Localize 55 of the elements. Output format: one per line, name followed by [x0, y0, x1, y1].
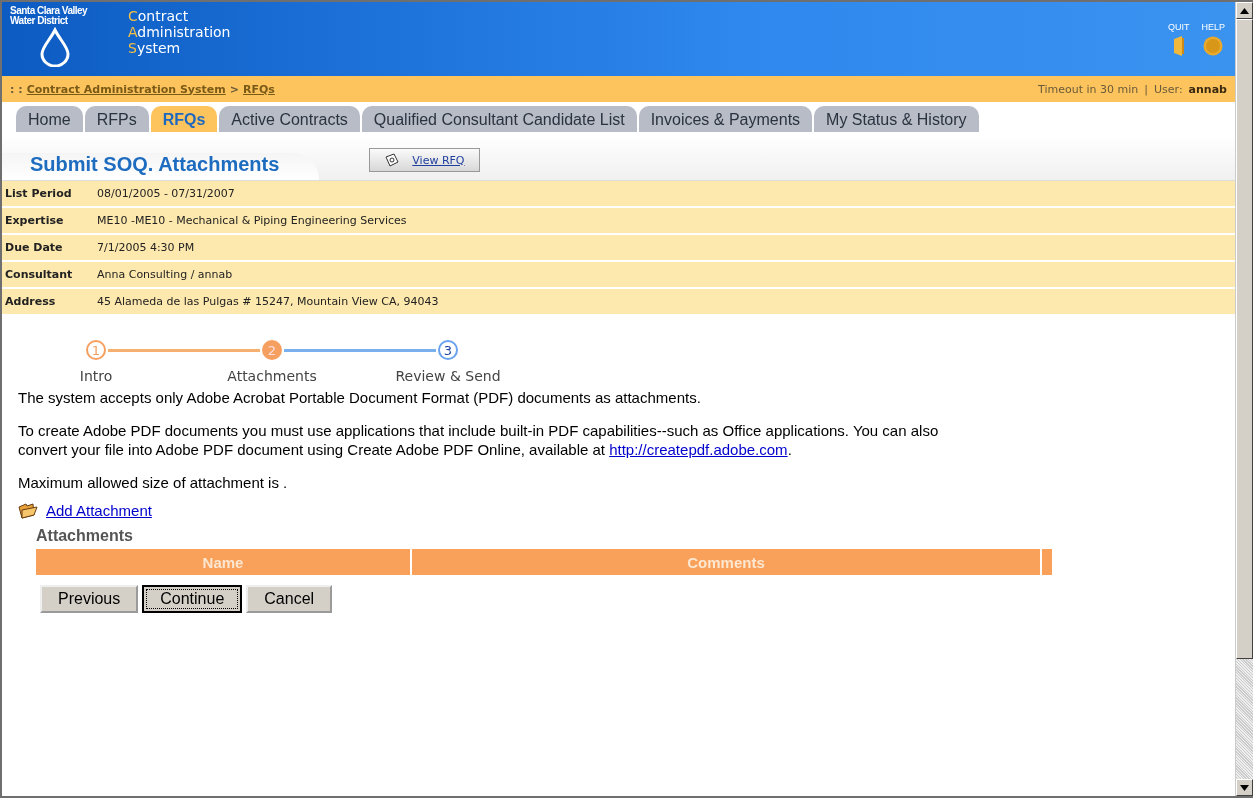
- water-drop-icon: [38, 27, 72, 67]
- detail-label: Expertise: [4, 214, 65, 227]
- detail-value: ME10 -ME10 - Mechanical & Piping Engineering Services: [97, 214, 407, 227]
- detail-label: Consultant: [4, 268, 74, 281]
- scroll-down-icon[interactable]: [1240, 784, 1249, 791]
- user-label: User:: [1154, 82, 1183, 96]
- org-name: Santa Clara Valley Water District: [10, 6, 89, 26]
- breadcrumb-prefix: : :: [10, 82, 23, 96]
- column-header: Comments: [412, 549, 1040, 575]
- instructions-text: To create Adobe PDF documents you must use applications that include built-in PDF capabilities--such as Office applications. You can also convert your file into Adobe PDF document using Create Adobe PDF Online, available at http://createpdf.adobe.com.: [18, 421, 940, 459]
- app-name: Contract Administration System: [128, 7, 231, 56]
- column-header: [1042, 549, 1052, 575]
- nav-tab[interactable]: Home: [16, 106, 83, 132]
- nav-tab[interactable]: Invoices & Payments: [638, 106, 813, 132]
- detail-value: 08/01/2005 - 07/31/2007: [97, 187, 235, 200]
- nav-tab[interactable]: Active Contracts: [219, 106, 360, 132]
- door-icon: [1172, 36, 1185, 56]
- step-circle: 3: [438, 340, 458, 360]
- form-button[interactable]: Previous: [40, 585, 139, 613]
- nav-tab[interactable]: RFPs: [84, 106, 149, 132]
- breadcrumb-link[interactable]: Contract Administration System: [26, 82, 226, 96]
- timeout-text: Timeout in 30 min: [1038, 82, 1139, 96]
- add-attachment-link[interactable]: Add Attachment: [46, 502, 152, 519]
- step-label: Attachments: [227, 368, 317, 384]
- document-icon: [384, 153, 401, 167]
- nav-tab[interactable]: My Status & History: [814, 106, 979, 132]
- detail-label: Address: [4, 295, 57, 308]
- detail-value: 45 Alameda de las Pulgas # 15247, Mountain View CA, 94043: [97, 295, 439, 308]
- step-label: Review & Send: [395, 368, 501, 384]
- step-circle: 2: [262, 340, 282, 360]
- detail-label: Due Date: [4, 241, 64, 254]
- pdf-link[interactable]: http://createpdf.adobe.com: [609, 441, 788, 458]
- view-rfq-button[interactable]: View RFQ: [369, 148, 480, 172]
- divider-text: |: [1144, 82, 1148, 96]
- form-button[interactable]: Cancel: [246, 585, 333, 613]
- breadcrumb-separator: >: [229, 82, 239, 96]
- breadcrumb-link[interactable]: RFQs: [243, 82, 275, 96]
- column-header: Name: [36, 549, 410, 575]
- nav-tab[interactable]: RFQs: [150, 106, 218, 132]
- scrollbar[interactable]: [1235, 2, 1253, 796]
- scroll-up-icon[interactable]: [1240, 7, 1249, 14]
- page-title: Submit SOQ. Attachments: [2, 153, 320, 180]
- nav-tab[interactable]: Qualified Consultant Candidate List: [361, 106, 637, 132]
- folder-icon: [18, 502, 38, 519]
- detail-value: Anna Consulting / annab: [97, 268, 233, 281]
- step-label: Intro: [79, 368, 113, 384]
- detail-label: List Period: [4, 187, 73, 200]
- user-name: annab: [1188, 82, 1227, 96]
- notice-text: The system accepts only Adobe Acrobat Portable Document Format (PDF) documents as attachments.: [18, 388, 702, 407]
- step-circle: 1: [86, 340, 106, 360]
- detail-value: 7/1/2005 4:30 PM: [97, 241, 195, 254]
- form-button[interactable]: Continue: [142, 585, 243, 613]
- section-title: Attachments: [35, 527, 134, 546]
- scroll-thumb[interactable]: [1236, 19, 1253, 659]
- max-size-text: Maximum allowed size of attachment is .: [18, 473, 289, 492]
